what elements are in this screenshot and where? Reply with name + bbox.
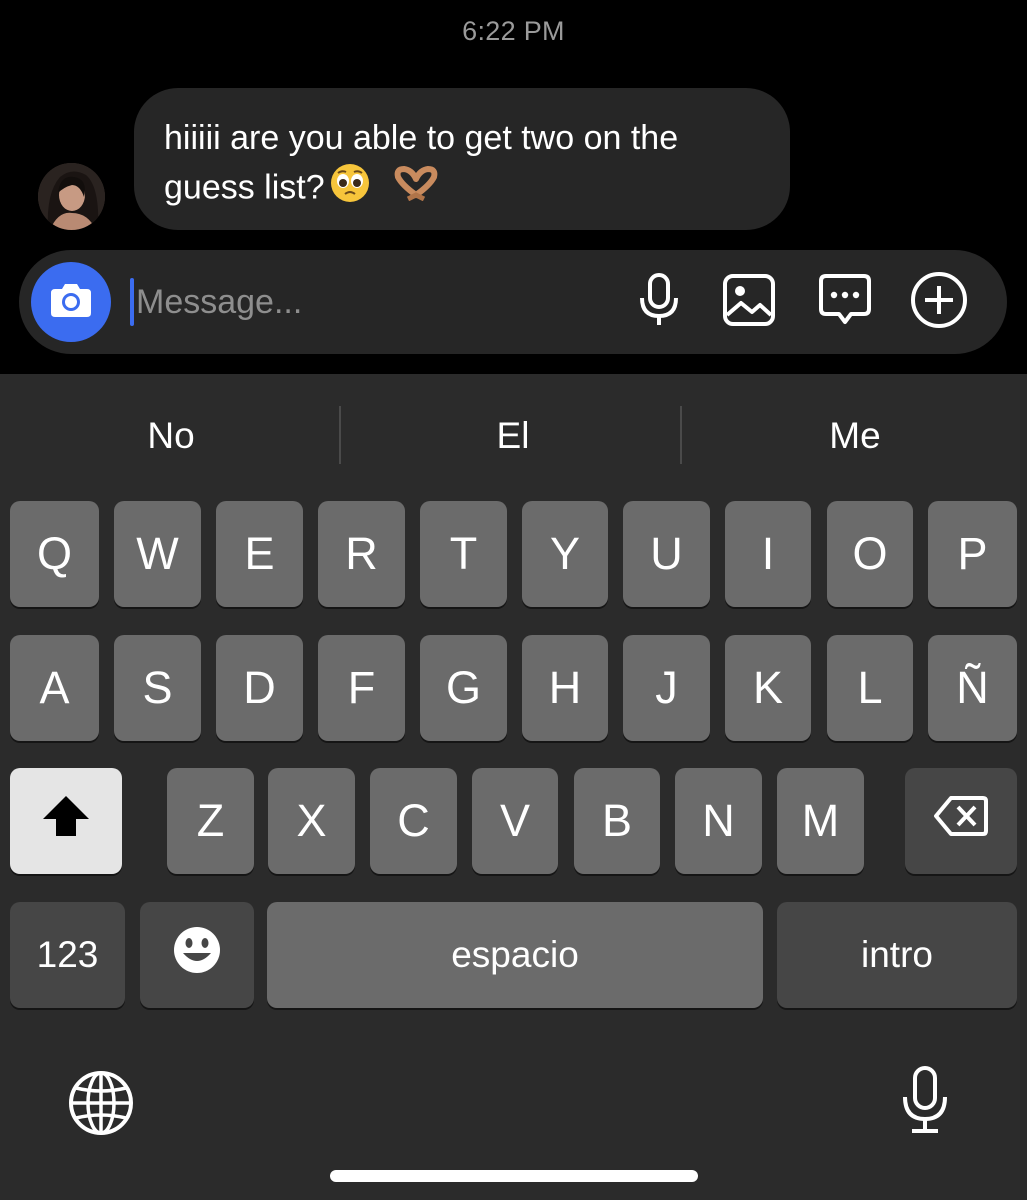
pleading-face-emoji [329, 162, 371, 217]
key-h[interactable]: H [522, 635, 608, 741]
emoji-key[interactable] [140, 902, 254, 1008]
sticker-button[interactable] [815, 272, 875, 332]
key-w[interactable]: W [114, 501, 201, 607]
smiley-emoji-icon [172, 925, 222, 986]
backspace-icon [933, 795, 989, 848]
plus-icon [910, 271, 968, 334]
shift-key[interactable] [10, 768, 122, 874]
suggestion-divider [339, 406, 341, 464]
space-key[interactable]: espacio [267, 902, 763, 1008]
gallery-icon [722, 273, 776, 332]
microphone-icon [637, 272, 681, 333]
suggestion-3[interactable]: Me [684, 374, 1026, 498]
heart-hands-emoji [392, 165, 440, 214]
key-k[interactable]: K [725, 635, 811, 741]
key-a[interactable]: A [10, 635, 99, 741]
key-v[interactable]: V [472, 768, 558, 874]
sticker-icon [818, 273, 872, 332]
voice-message-button[interactable] [629, 272, 689, 332]
backspace-key[interactable] [905, 768, 1017, 874]
shift-arrow-icon [40, 793, 92, 850]
key-g[interactable]: G [420, 635, 507, 741]
keyboard: No El Me Q W E R T Y U I O P A S D F G H… [0, 374, 1027, 1200]
key-t[interactable]: T [420, 501, 507, 607]
suggestion-divider [680, 406, 682, 464]
key-n[interactable]: N [675, 768, 762, 874]
message-timestamp: 6:22 PM [462, 16, 565, 46]
camera-button[interactable] [31, 262, 111, 342]
key-b[interactable]: B [574, 768, 660, 874]
key-x[interactable]: X [268, 768, 355, 874]
key-m[interactable]: M [777, 768, 864, 874]
key-y[interactable]: Y [522, 501, 608, 607]
dictation-button[interactable] [890, 1064, 960, 1140]
key-q[interactable]: Q [10, 501, 99, 607]
key-s[interactable]: S [114, 635, 201, 741]
camera-icon [49, 281, 93, 324]
key-f[interactable]: F [318, 635, 405, 741]
key-l[interactable]: L [827, 635, 913, 741]
suggestion-1[interactable]: No [0, 374, 342, 498]
key-enye[interactable]: Ñ [928, 635, 1017, 741]
key-e[interactable]: E [216, 501, 303, 607]
key-r[interactable]: R [318, 501, 405, 607]
language-switch-button[interactable] [66, 1070, 136, 1140]
more-options-button[interactable] [909, 271, 969, 334]
key-d[interactable]: D [216, 635, 303, 741]
key-u[interactable]: U [623, 501, 710, 607]
globe-icon [68, 1070, 134, 1141]
key-c[interactable]: C [370, 768, 457, 874]
home-indicator[interactable] [330, 1170, 698, 1182]
gallery-button[interactable] [719, 272, 779, 332]
key-o[interactable]: O [827, 501, 913, 607]
key-p[interactable]: P [928, 501, 1017, 607]
key-i[interactable]: I [725, 501, 811, 607]
microphone-icon [900, 1065, 950, 1140]
key-j[interactable]: J [623, 635, 710, 741]
received-message-bubble[interactable]: hiiiii are you able to get two on the gu… [134, 88, 790, 230]
text-cursor [130, 278, 134, 326]
key-z[interactable]: Z [167, 768, 254, 874]
sender-avatar[interactable] [38, 163, 105, 230]
numbers-key[interactable]: 123 [10, 902, 125, 1008]
message-input[interactable] [136, 274, 596, 330]
message-composer [19, 250, 1007, 354]
return-key[interactable]: intro [777, 902, 1017, 1008]
suggestion-2[interactable]: El [342, 374, 684, 498]
